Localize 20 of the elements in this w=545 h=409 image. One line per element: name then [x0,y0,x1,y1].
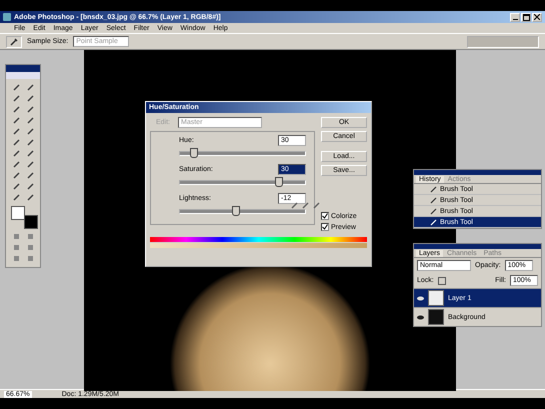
checkbox[interactable] [321,223,329,231]
slider-thumb[interactable] [190,148,198,158]
slider-thumb[interactable] [232,206,240,216]
eye-icon[interactable] [417,296,424,300]
close-button[interactable] [532,12,542,22]
background-color-swatch[interactable] [24,215,38,229]
foreground-color-swatch[interactable] [11,206,25,220]
palette-well [467,36,539,48]
toolbox-header [6,65,40,79]
eyedropper-icon [10,37,18,46]
maximize-button[interactable] [521,12,531,22]
layer-thumbnail [428,309,444,325]
minimize-button[interactable] [510,12,520,22]
slider-thumb[interactable] [274,177,282,187]
layer-thumbnail [428,290,444,306]
eye-icon[interactable] [417,314,424,320]
eyedropper-tool-button[interactable] [6,36,22,48]
checkbox[interactable] [321,212,329,220]
app-icon [3,13,11,21]
lock-icon[interactable] [438,276,446,284]
